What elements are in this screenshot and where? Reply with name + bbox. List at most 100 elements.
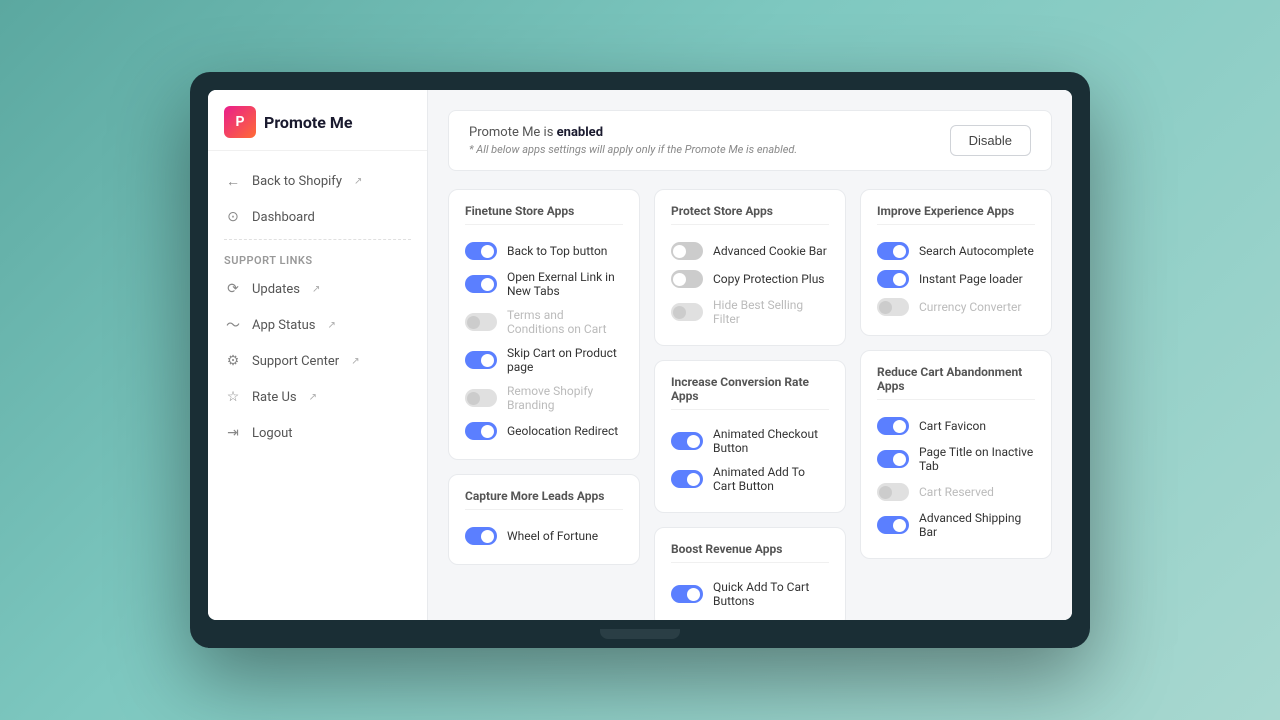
toggle-back-to-top[interactable] — [465, 242, 497, 260]
protect-item-1: Copy Protection Plus — [671, 265, 829, 293]
toggle-instant-page[interactable] — [877, 270, 909, 288]
toggle-animated-checkout[interactable] — [671, 432, 703, 450]
status-info: Promote Me is enabled * All below apps s… — [469, 125, 797, 156]
rate-us-label: Rate Us — [252, 390, 297, 405]
reduce-label-3: Advanced Shipping Bar — [919, 511, 1035, 539]
increase-item-1: Animated Add To Cart Button — [671, 460, 829, 498]
finetune-item-4: Remove Shopify Branding — [465, 379, 623, 417]
toggle-skip-cart[interactable] — [465, 351, 497, 369]
improve-card: Improve Experience Apps Search Autocompl… — [860, 189, 1052, 336]
improve-item-2: Currency Converter — [877, 293, 1035, 321]
dashboard-icon: ⊙ — [224, 208, 242, 226]
right-column: Improve Experience Apps Search Autocompl… — [860, 189, 1052, 620]
toggle-geolocation[interactable] — [465, 422, 497, 440]
capture-title: Capture More Leads Apps — [465, 489, 623, 510]
finetune-label-5: Geolocation Redirect — [507, 424, 618, 438]
main-content: Promote Me is enabled * All below apps s… — [428, 90, 1072, 620]
protect-title: Protect Store Apps — [671, 204, 829, 225]
toggle-cart-reserved[interactable] — [877, 483, 909, 501]
toggle-quick-add[interactable] — [671, 585, 703, 603]
reduce-item-0: Cart Favicon — [877, 412, 1035, 440]
support-center-label: Support Center — [252, 354, 339, 369]
finetune-label-3: Skip Cart on Product page — [507, 346, 623, 374]
back-to-shopify-label: Back to Shopify — [252, 174, 342, 189]
toggle-animated-add[interactable] — [671, 470, 703, 488]
improve-item-0: Search Autocomplete — [877, 237, 1035, 265]
reduce-label-1: Page Title on Inactive Tab — [919, 445, 1035, 473]
app-name: Promote Me — [264, 113, 353, 132]
increase-title: Increase Conversion Rate Apps — [671, 375, 829, 410]
support-links-section: Support Links — [208, 244, 427, 271]
updates-label: Updates — [252, 282, 300, 297]
disable-button[interactable]: Disable — [950, 125, 1031, 156]
protect-card: Protect Store Apps Advanced Cookie Bar C… — [654, 189, 846, 346]
protect-item-0: Advanced Cookie Bar — [671, 237, 829, 265]
toggle-open-external[interactable] — [465, 275, 497, 293]
app-status-label: App Status — [252, 318, 315, 333]
finetune-label-1: Open Exernal Link in New Tabs — [507, 270, 623, 298]
toggle-cookie-bar[interactable] — [671, 242, 703, 260]
finetune-item-0: Back to Top button — [465, 237, 623, 265]
status-text: Promote Me is enabled — [469, 125, 797, 140]
finetune-label-0: Back to Top button — [507, 244, 607, 258]
increase-label-1: Animated Add To Cart Button — [713, 465, 829, 493]
improve-label-0: Search Autocomplete — [919, 244, 1034, 258]
nav-logout[interactable]: ⇥ Logout — [208, 415, 427, 451]
status-note: * All below apps settings will apply onl… — [469, 143, 797, 156]
toggle-wheel-fortune[interactable] — [465, 527, 497, 545]
capture-card: Capture More Leads Apps Wheel of Fortune — [448, 474, 640, 565]
nav-dashboard[interactable]: ⊙ Dashboard — [208, 199, 427, 235]
toggle-page-title[interactable] — [877, 450, 909, 468]
toggle-search-autocomplete[interactable] — [877, 242, 909, 260]
boost-card: Boost Revenue Apps Quick Add To Cart But… — [654, 527, 846, 620]
sidebar-nav: ← Back to Shopify ↗ ⊙ Dashboard Support … — [208, 151, 427, 620]
nav-support-center[interactable]: ⚙ Support Center ↗ — [208, 343, 427, 379]
toggle-currency[interactable] — [877, 298, 909, 316]
improve-label-2: Currency Converter — [919, 300, 1021, 314]
support-icon: ⚙ — [224, 352, 242, 370]
protect-label-2: Hide Best Selling Filter — [713, 298, 829, 326]
toggle-shipping-bar[interactable] — [877, 516, 909, 534]
sidebar: P Promote Me ← Back to Shopify ↗ ⊙ Dashb… — [208, 90, 428, 620]
improve-item-1: Instant Page loader — [877, 265, 1035, 293]
toggle-copy-protection[interactable] — [671, 270, 703, 288]
boost-item-0: Quick Add To Cart Buttons — [671, 575, 829, 613]
finetune-label-2: Terms and Conditions on Cart — [507, 308, 623, 336]
finetune-title: Finetune Store Apps — [465, 204, 623, 225]
toggle-hide-best[interactable] — [671, 303, 703, 321]
nav-back-to-shopify[interactable]: ← Back to Shopify ↗ — [208, 163, 427, 199]
screen: P Promote Me ← Back to Shopify ↗ ⊙ Dashb… — [208, 90, 1072, 620]
increase-label-0: Animated Checkout Button — [713, 427, 829, 455]
divider-1 — [224, 239, 411, 240]
boost-label-0: Quick Add To Cart Buttons — [713, 580, 829, 608]
middle-column: Protect Store Apps Advanced Cookie Bar C… — [654, 189, 846, 620]
nav-rate-us[interactable]: ☆ Rate Us ↗ — [208, 379, 427, 415]
back-icon: ← — [224, 172, 242, 190]
increase-item-0: Animated Checkout Button — [671, 422, 829, 460]
toggle-cart-favicon[interactable] — [877, 417, 909, 435]
logout-label: Logout — [252, 426, 293, 441]
capture-item-0: Wheel of Fortune — [465, 522, 623, 550]
toggle-terms[interactable] — [465, 313, 497, 331]
updates-icon: ⟳ — [224, 280, 242, 298]
finetune-item-5: Geolocation Redirect — [465, 417, 623, 445]
reduce-item-2: Cart Reserved — [877, 478, 1035, 506]
nav-updates[interactable]: ⟳ Updates ↗ — [208, 271, 427, 307]
status-bar: Promote Me is enabled * All below apps s… — [448, 110, 1052, 171]
laptop-frame: P Promote Me ← Back to Shopify ↗ ⊙ Dashb… — [190, 72, 1090, 648]
reduce-label-2: Cart Reserved — [919, 485, 994, 499]
app-status-icon: 〜 — [224, 316, 242, 334]
improve-label-1: Instant Page loader — [919, 272, 1023, 286]
nav-app-status[interactable]: 〜 App Status ↗ — [208, 307, 427, 343]
dashboard-label: Dashboard — [252, 210, 315, 225]
improve-title: Improve Experience Apps — [877, 204, 1035, 225]
protect-label-1: Copy Protection Plus — [713, 272, 825, 286]
laptop-base — [208, 620, 1072, 648]
finetune-item-3: Skip Cart on Product page — [465, 341, 623, 379]
reduce-item-3: Advanced Shipping Bar — [877, 506, 1035, 544]
reduce-title: Reduce Cart Abandonment Apps — [877, 365, 1035, 400]
left-column: Finetune Store Apps Back to Top button O… — [448, 189, 640, 620]
toggle-remove-branding[interactable] — [465, 389, 497, 407]
protect-label-0: Advanced Cookie Bar — [713, 244, 827, 258]
protect-item-2: Hide Best Selling Filter — [671, 293, 829, 331]
